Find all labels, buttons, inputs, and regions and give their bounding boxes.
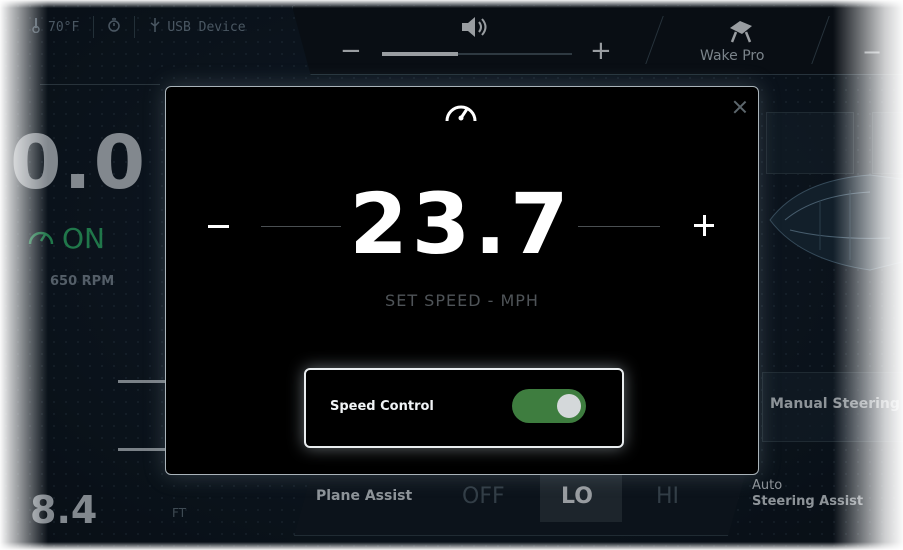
speed-divider-line bbox=[578, 226, 660, 227]
helm-screen: 70°F USB Device − + Wake Pro − 0.0 ON 65… bbox=[0, 0, 903, 550]
speed-control-label: Speed Control bbox=[330, 399, 434, 414]
close-icon[interactable] bbox=[732, 99, 748, 115]
speedometer-icon bbox=[442, 99, 480, 129]
speed-divider-line bbox=[261, 226, 341, 227]
set-speed-label: SET SPEED - MPH bbox=[385, 291, 539, 310]
set-speed-value: 23.7 bbox=[349, 175, 573, 273]
decrease-speed-button[interactable] bbox=[206, 201, 232, 251]
speed-control-toggle[interactable] bbox=[512, 389, 586, 423]
speed-control-panel: Speed Control bbox=[304, 368, 624, 448]
set-speed-row: 23.7 bbox=[166, 175, 758, 279]
set-speed-modal: 23.7 SET SPEED - MPH Speed Control bbox=[165, 86, 759, 475]
toggle-knob bbox=[557, 394, 581, 418]
increase-speed-button[interactable] bbox=[692, 201, 718, 251]
